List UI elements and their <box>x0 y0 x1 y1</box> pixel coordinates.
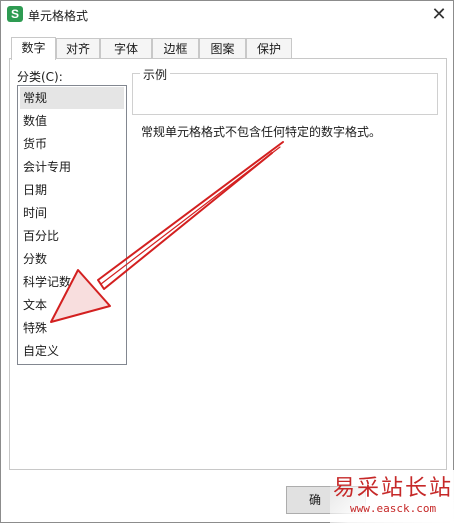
title-bar: S 单元格格式 ✕ <box>1 1 453 31</box>
category-item-scientific[interactable]: 科学记数 <box>20 271 124 293</box>
dialog-title: 单元格格式 <box>28 9 89 23</box>
category-item-text[interactable]: 文本 <box>20 294 124 316</box>
category-item-accounting[interactable]: 会计专用 <box>20 156 124 178</box>
category-item-time[interactable]: 时间 <box>20 202 124 224</box>
category-item-general[interactable]: 常规 <box>20 87 124 109</box>
category-item-custom[interactable]: 自定义 <box>20 340 124 362</box>
tab-border[interactable]: 边框 <box>152 38 199 58</box>
sample-box <box>132 73 438 115</box>
category-item-special[interactable]: 特殊 <box>20 317 124 339</box>
format-description: 常规单元格格式不包含任何特定的数字格式。 <box>141 125 382 139</box>
sample-label: 示例 <box>140 66 171 83</box>
category-item-fraction[interactable]: 分数 <box>20 248 124 270</box>
tab-number[interactable]: 数字 <box>11 37 56 60</box>
category-item-currency[interactable]: 货币 <box>20 133 124 155</box>
category-label: 分类(C): <box>17 70 63 84</box>
format-cells-dialog: S 单元格格式 ✕ 数字 对齐 字体 边框 图案 保护 分类(C): 常规 数值… <box>0 0 454 523</box>
category-item-percentage[interactable]: 百分比 <box>20 225 124 247</box>
category-item-number[interactable]: 数值 <box>20 110 124 132</box>
close-button[interactable]: ✕ <box>427 3 451 27</box>
category-item-date[interactable]: 日期 <box>20 179 124 201</box>
category-listbox[interactable]: 常规 数值 货币 会计专用 日期 时间 百分比 分数 科学记数 文本 特殊 自定… <box>17 85 127 365</box>
tab-protection[interactable]: 保护 <box>246 38 292 58</box>
tab-alignment[interactable]: 对齐 <box>56 38 100 58</box>
wps-spreadsheet-icon: S <box>7 6 23 22</box>
tab-font[interactable]: 字体 <box>100 38 152 58</box>
watermark-logo-text: 易采站长站 <box>333 476 454 501</box>
tab-pattern[interactable]: 图案 <box>199 38 246 58</box>
watermark-url: www.easck.com <box>350 502 437 515</box>
